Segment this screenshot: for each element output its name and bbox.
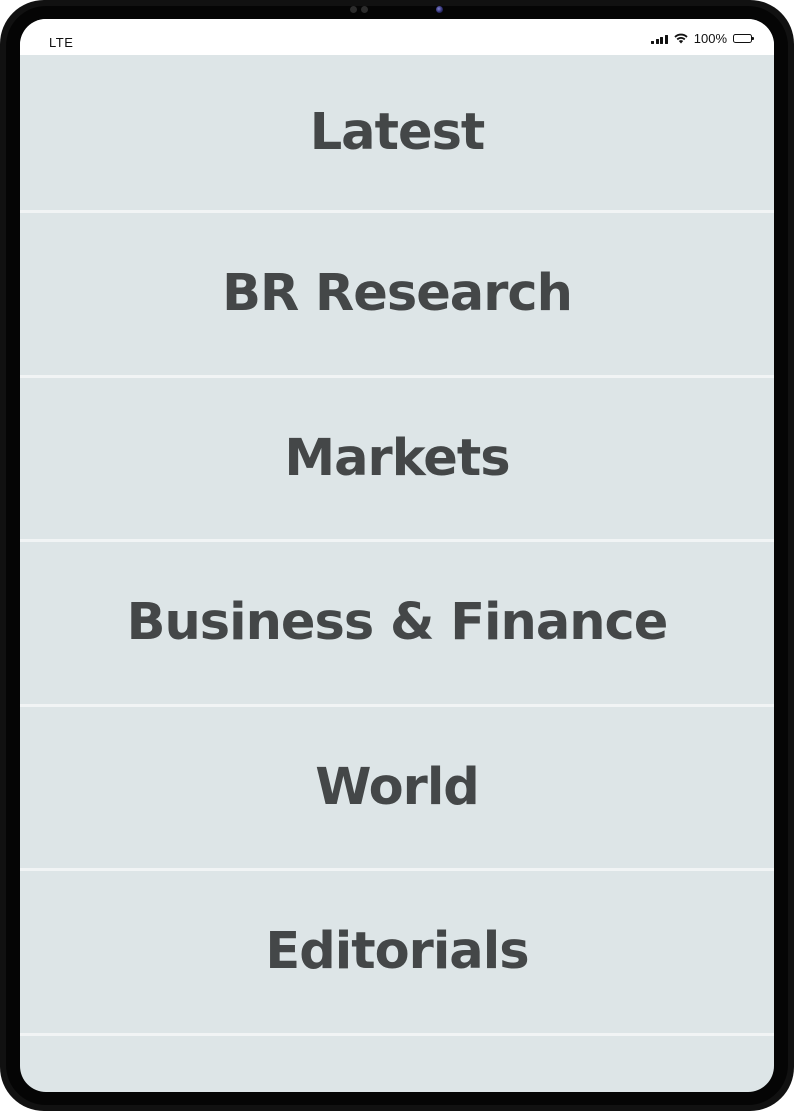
carrier-label: LTE — [49, 35, 74, 50]
menu-item-label: World — [315, 757, 480, 817]
signal-icon — [651, 34, 668, 44]
menu-item-markets[interactable]: Markets — [20, 378, 774, 542]
menu-item-br-research[interactable]: BR Research — [20, 213, 774, 378]
menu-item-editorials[interactable]: Editorials — [20, 871, 774, 1036]
menu-item-label: BR Research — [222, 264, 573, 324]
battery-percentage: 100% — [693, 31, 727, 46]
front-camera-icon — [436, 6, 443, 13]
section-menu: Latest BR Research Markets Business & Fi… — [20, 55, 774, 1036]
menu-item-business-finance[interactable]: Business & Finance — [20, 542, 774, 707]
menu-item-latest[interactable]: Latest — [20, 55, 774, 213]
menu-item-world[interactable]: World — [20, 707, 774, 871]
tablet-frame: LTE 100% Latest BR Research Markets Busi… — [0, 0, 794, 1111]
sensor-dots — [350, 6, 368, 13]
menu-item-label: Business & Finance — [126, 593, 669, 653]
status-bar: LTE 100% — [20, 19, 774, 55]
menu-item-label: Latest — [309, 103, 486, 162]
battery-icon — [733, 34, 754, 43]
app-screen: LTE 100% Latest BR Research Markets Busi… — [20, 19, 774, 1092]
menu-item-label: Markets — [284, 428, 510, 488]
status-indicators: 100% — [651, 31, 754, 46]
menu-item-label: Editorials — [265, 922, 529, 982]
wifi-icon — [674, 33, 688, 44]
